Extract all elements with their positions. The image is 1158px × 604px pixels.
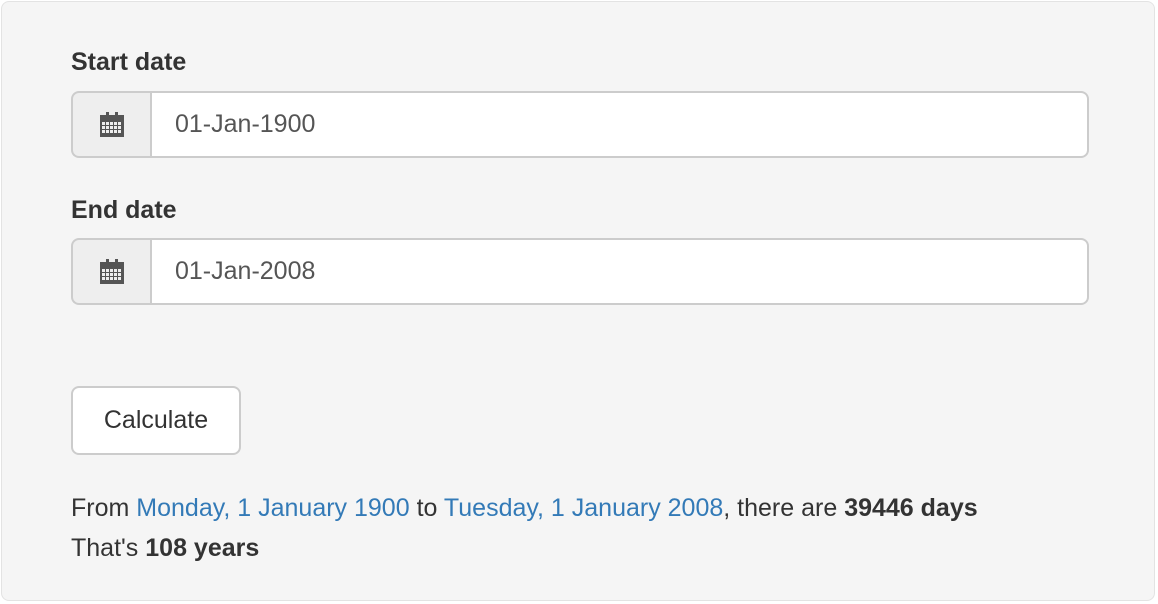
date-calculator-panel: Start date End date [1,1,1155,601]
result-years-count: 108 years [145,534,260,562]
result-days-count: 39446 days [844,494,978,522]
calendar-icon-graphic [99,111,124,137]
calendar-icon[interactable] [71,91,150,158]
end-date-label: End date [71,196,177,224]
start-date-link[interactable]: Monday, 1 January 1900 [136,494,409,522]
result-years-line: That's 108 years [71,528,978,568]
calendar-icon-graphic [99,258,124,284]
end-date-link[interactable]: Tuesday, 1 January 2008 [444,494,723,522]
start-date-group [71,91,1089,158]
result-there-are-text: , there are [723,494,838,522]
end-date-input[interactable] [150,238,1089,305]
result-from-text: From [71,494,130,522]
start-date-label: Start date [71,48,187,76]
result-summary: From Monday, 1 January 1900 to Tuesday, … [71,488,978,568]
calculate-button[interactable]: Calculate [71,386,241,455]
result-days-line: From Monday, 1 January 1900 to Tuesday, … [71,488,978,528]
end-date-group [71,238,1089,305]
result-thats-text: That's [71,534,139,562]
result-to-text: to [416,494,438,522]
start-date-input[interactable] [150,91,1089,158]
calendar-icon[interactable] [71,238,150,305]
